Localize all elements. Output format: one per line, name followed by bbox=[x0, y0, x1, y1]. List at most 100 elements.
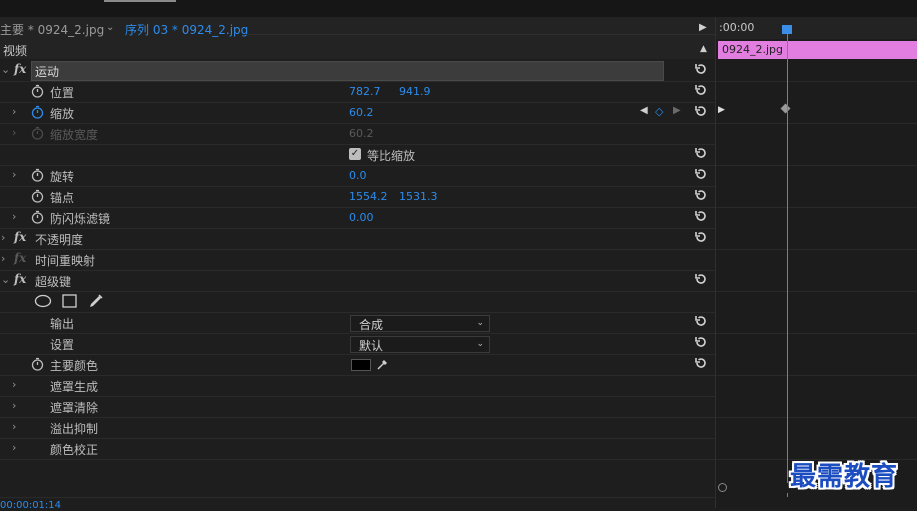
effect-label-ultra-key: 超级键 bbox=[35, 275, 72, 289]
position-y-value[interactable]: 941.9 bbox=[399, 85, 431, 98]
playhead-handle[interactable] bbox=[782, 25, 792, 34]
stopwatch-icon[interactable] bbox=[31, 168, 44, 182]
property-label-rotation: 旋转 bbox=[50, 170, 75, 184]
rotation-value[interactable]: 0.0 bbox=[349, 169, 367, 182]
fx-icon[interactable]: fx bbox=[14, 230, 26, 244]
output-dropdown[interactable]: 合成 ⌄ bbox=[350, 315, 490, 332]
group-row-color-correction[interactable]: › 颜色校正 bbox=[0, 438, 715, 460]
property-label-setting: 设置 bbox=[50, 338, 75, 352]
zoom-handle[interactable] bbox=[718, 483, 727, 492]
chevron-down-icon[interactable]: ⌄ bbox=[1, 273, 10, 286]
playhead-line[interactable] bbox=[787, 27, 788, 497]
property-label-scale-width: 缩放宽度 bbox=[50, 128, 99, 142]
tab-source-clip[interactable]: 主要 * 0924_2.jpg bbox=[0, 21, 104, 38]
reset-icon[interactable] bbox=[694, 104, 708, 118]
stopwatch-icon[interactable] bbox=[31, 189, 44, 203]
chevron-right-icon[interactable]: › bbox=[12, 441, 16, 454]
timeline-ruler[interactable]: :00:00 bbox=[716, 17, 917, 39]
antiflicker-value[interactable]: 0.00 bbox=[349, 211, 374, 224]
effect-row-time-remap: › fx 时间重映射 bbox=[0, 249, 715, 271]
keyframe-marker[interactable] bbox=[780, 103, 791, 114]
divider bbox=[716, 333, 917, 334]
effect-controls-timeline[interactable]: :00:00 0924_2.jpg ▶ bbox=[715, 17, 917, 508]
chevron-right-icon[interactable]: › bbox=[12, 378, 16, 391]
chevron-down-icon: ⌄ bbox=[476, 339, 484, 349]
divider bbox=[716, 165, 917, 166]
stopwatch-icon[interactable] bbox=[31, 84, 44, 98]
anchor-x-value[interactable]: 1554.2 bbox=[349, 190, 388, 203]
next-keyframe-icon[interactable]: ▶ bbox=[673, 105, 681, 116]
active-panel-indicator bbox=[104, 0, 176, 2]
reset-icon[interactable] bbox=[694, 146, 708, 160]
ellipse-mask-icon[interactable] bbox=[34, 294, 52, 308]
reset-icon[interactable] bbox=[694, 167, 708, 181]
property-label-scale: 缩放 bbox=[50, 107, 75, 121]
fx-icon[interactable]: fx bbox=[14, 62, 26, 76]
current-timecode[interactable]: 00:00:01:14 bbox=[0, 500, 61, 511]
stopwatch-icon[interactable] bbox=[31, 210, 44, 224]
divider bbox=[716, 81, 917, 82]
group-label-matte-generation: 遮罩生成 bbox=[50, 380, 99, 394]
chevron-right-icon[interactable]: › bbox=[12, 420, 16, 433]
group-label-spill-suppression: 溢出抑制 bbox=[50, 422, 99, 436]
watermark-logo: 最需教育 bbox=[790, 462, 899, 492]
reset-icon[interactable] bbox=[694, 335, 708, 349]
effect-row-opacity: › fx 不透明度 bbox=[0, 228, 715, 250]
reset-icon[interactable] bbox=[694, 356, 708, 370]
clip-bar[interactable]: 0924_2.jpg bbox=[718, 41, 917, 59]
rectangle-mask-icon[interactable] bbox=[62, 294, 78, 308]
chevron-right-icon: › bbox=[12, 126, 17, 139]
key-color-swatch[interactable] bbox=[351, 359, 371, 371]
reset-icon[interactable] bbox=[694, 62, 708, 76]
chevron-right-icon[interactable]: › bbox=[12, 399, 16, 412]
stopwatch-icon[interactable] bbox=[31, 357, 44, 371]
group-label-matte-cleanup: 遮罩清除 bbox=[50, 401, 99, 415]
scale-value[interactable]: 60.2 bbox=[349, 106, 374, 119]
group-row-matte-generation[interactable]: › 遮罩生成 bbox=[0, 375, 715, 397]
chevron-right-icon[interactable]: › bbox=[1, 231, 5, 244]
reset-icon[interactable] bbox=[694, 188, 708, 202]
reset-icon[interactable] bbox=[694, 314, 708, 328]
prev-keyframe-icon[interactable]: ◀ bbox=[640, 105, 648, 116]
output-dropdown-value: 合成 bbox=[359, 318, 384, 332]
chevron-right-icon[interactable]: › bbox=[1, 252, 5, 265]
property-row-scale: › 缩放 60.2 ◀ ◇ ▶ bbox=[0, 102, 715, 124]
uniform-scale-label: 等比缩放 bbox=[367, 149, 416, 163]
property-row-antiflicker: › 防闪烁滤镜 0.00 bbox=[0, 207, 715, 229]
reset-icon[interactable] bbox=[694, 272, 708, 286]
motion-effect-bar[interactable] bbox=[31, 61, 664, 81]
mask-tools-row bbox=[0, 291, 715, 313]
property-label-output: 输出 bbox=[50, 317, 75, 331]
property-row-position: 位置 782.7 941.9 bbox=[0, 81, 715, 103]
property-row-output: 输出 合成 ⌄ bbox=[0, 312, 715, 334]
reset-icon[interactable] bbox=[694, 230, 708, 244]
add-keyframe-icon[interactable]: ◇ bbox=[655, 105, 663, 118]
uniform-scale-checkbox[interactable]: ✓ bbox=[349, 148, 361, 160]
keyframe-nav-arrow-icon: ▶ bbox=[718, 105, 725, 115]
group-row-matte-cleanup[interactable]: › 遮罩清除 bbox=[0, 396, 715, 418]
anchor-y-value[interactable]: 1531.3 bbox=[399, 190, 438, 203]
pen-mask-icon[interactable] bbox=[88, 293, 104, 309]
chevron-down-icon[interactable]: ⌄ bbox=[106, 22, 114, 33]
property-row-anchor: 锚点 1554.2 1531.3 bbox=[0, 186, 715, 208]
chevron-right-icon[interactable]: › bbox=[12, 210, 16, 223]
position-x-value[interactable]: 782.7 bbox=[349, 85, 381, 98]
divider bbox=[716, 291, 917, 292]
setting-dropdown[interactable]: 默认 ⌄ bbox=[350, 336, 490, 353]
tab-sequence-clip[interactable]: 序列 03 * 0924_2.jpg bbox=[125, 21, 248, 38]
divider bbox=[716, 249, 917, 250]
group-row-spill-suppression[interactable]: › 溢出抑制 bbox=[0, 417, 715, 439]
group-label-color-correction: 颜色校正 bbox=[50, 443, 99, 457]
show-timeline-arrow-icon[interactable]: ▶ bbox=[699, 22, 707, 33]
collapse-up-icon[interactable]: ▲ bbox=[700, 44, 707, 54]
stopwatch-active-icon[interactable] bbox=[31, 105, 44, 119]
eyedropper-icon[interactable] bbox=[376, 357, 390, 371]
chevron-right-icon[interactable]: › bbox=[12, 105, 16, 118]
reset-icon[interactable] bbox=[694, 209, 708, 223]
reset-icon[interactable] bbox=[694, 83, 708, 97]
scale-width-value: 60.2 bbox=[349, 127, 374, 140]
chevron-right-icon[interactable]: › bbox=[12, 168, 16, 181]
fx-icon[interactable]: fx bbox=[14, 272, 26, 286]
chevron-down-icon[interactable]: ⌄ bbox=[1, 63, 10, 76]
property-row-key-color: 主要颜色 bbox=[0, 354, 715, 376]
